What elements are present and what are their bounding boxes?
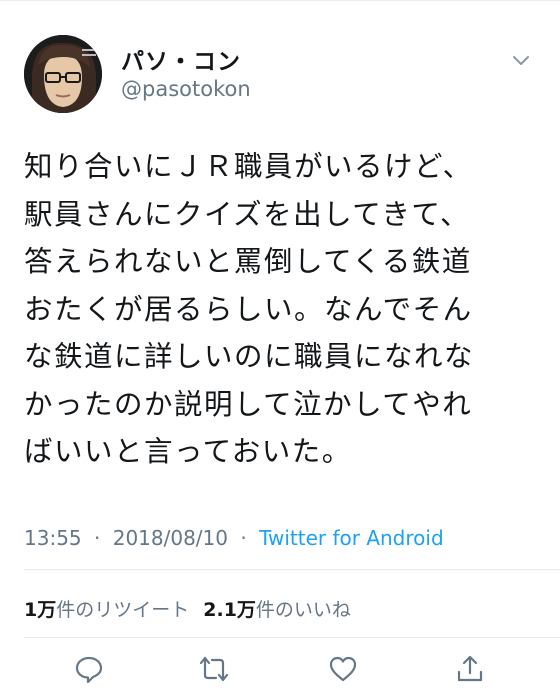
action-bar <box>0 650 560 690</box>
tweet-date[interactable]: 2018/08/10 <box>113 526 228 550</box>
avatar-image <box>24 35 102 113</box>
heart-icon[interactable] <box>328 654 358 684</box>
avatar[interactable] <box>24 35 102 113</box>
like-count: 2.1万 <box>203 599 256 621</box>
retweet-stat[interactable]: 1万件のリツイート <box>24 599 189 621</box>
divider <box>24 569 560 570</box>
display-name[interactable]: パソ・コン <box>121 42 241 76</box>
chevron-down-icon[interactable] <box>510 49 532 71</box>
meta-separator: · <box>240 526 247 550</box>
tweet-text-line: おたくが居るらしい。なんでそん <box>24 292 473 326</box>
tweet-text-line: ばいいと言っておいた。 <box>24 435 352 468</box>
retweet-label: 件のリツイート <box>56 599 190 621</box>
tweet-text-line: 駅員さんにクイズを出してきて、 <box>24 197 471 231</box>
retweet-count: 1万 <box>24 599 57 621</box>
tweet-time[interactable]: 13:55 <box>24 526 82 550</box>
like-label: 件のいいね <box>255 599 351 621</box>
tweet-text-line: な鉄道に詳しいのに職員になれな <box>24 340 475 373</box>
tweet-text-line: 答えられないと罵倒してくる鉄道 <box>24 245 472 278</box>
tweet-text-line: かったのか説明して泣かしてやれ <box>24 387 473 421</box>
retweet-icon[interactable] <box>199 654 229 684</box>
reply-icon[interactable] <box>74 654 104 684</box>
client-link[interactable]: Twitter for Android <box>259 526 444 550</box>
divider <box>24 637 560 638</box>
tweet-text-line: 知り合いにＪＲ職員がいるけど、 <box>24 150 473 183</box>
meta-separator: · <box>94 526 101 550</box>
tweet-meta: 13:55 · 2018/08/10 · Twitter for Android <box>24 526 444 550</box>
tweet-text: 知り合いにＪＲ職員がいるけど、 駅員さんにクイズを出してきて、 答えられないと罵… <box>24 143 539 476</box>
tweet-stats: 1万件のリツイート 2.1万件のいいね <box>24 595 351 622</box>
user-handle[interactable]: @pasotokon <box>121 77 251 101</box>
share-icon[interactable] <box>455 654 485 684</box>
like-stat[interactable]: 2.1万件のいいね <box>203 599 351 621</box>
top-border <box>0 0 560 1</box>
tweet-header: パソ・コン @pasotokon <box>24 35 536 115</box>
